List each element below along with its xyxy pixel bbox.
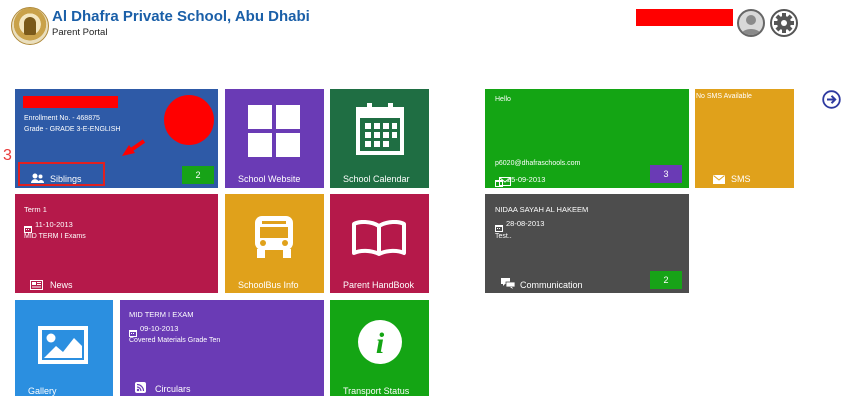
siblings-label[interactable]: Siblings: [50, 174, 82, 184]
news-tile[interactable]: Term 1 11-10-2013 MID TERM I Exams News: [15, 194, 218, 293]
communication-sender: NIDAA SAYAH AL HAKEEM: [495, 205, 589, 214]
communication-count-badge: 2: [650, 271, 682, 289]
circular-description: Covered Materials Grade Ten: [129, 337, 221, 344]
svg-text:i: i: [376, 327, 385, 360]
sms-label: SMS: [731, 174, 751, 184]
arrow-right-icon[interactable]: [822, 90, 841, 109]
redacted-user-name: [636, 9, 733, 26]
email-address: p6020@dhafraschools.com: [495, 160, 581, 167]
parent-handbook-label: Parent HandBook: [343, 280, 415, 290]
grade-text: Grade - GRADE 3-E-ENGLISH: [24, 126, 121, 133]
windows-grid-icon: [248, 105, 300, 162]
chat-bubbles-icon: [501, 276, 516, 293]
school-website-tile[interactable]: School Website: [225, 89, 324, 188]
school-name: Al Dhafra Private School, Abu Dhabi: [52, 8, 310, 25]
redacted-student-name: [23, 96, 118, 108]
news-label: News: [50, 280, 73, 290]
school-logo: [11, 7, 49, 45]
circular-title: MID TERM I EXAM: [129, 310, 194, 319]
redacted-student-photo: [164, 95, 214, 145]
gallery-tile[interactable]: Gallery: [15, 300, 113, 396]
school-calendar-label: School Calendar: [343, 174, 410, 184]
circulars-tile[interactable]: MID TERM I EXAM 09-10-2013 Covered Mater…: [120, 300, 324, 396]
rss-icon: [135, 380, 146, 396]
news-date: 11-10-2013: [35, 220, 73, 229]
user-icon[interactable]: [737, 9, 765, 37]
schoolbus-label: SchoolBus Info: [238, 280, 299, 290]
communication-label: Communication: [520, 280, 583, 290]
communication-tile[interactable]: NIDAA SAYAH AL HAKEEM 28-08-2013 Test.. …: [485, 194, 689, 293]
communication-date: 28-08-2013: [506, 219, 545, 228]
news-title: Term 1: [24, 205, 47, 214]
gallery-label: Gallery: [28, 386, 57, 396]
parent-handbook-tile[interactable]: Parent HandBook: [330, 194, 429, 293]
open-book-icon: [351, 219, 407, 261]
news-description: MID TERM I Exams: [24, 233, 86, 240]
siblings-count-badge: 2: [182, 166, 214, 184]
email-date: 25-09-2013: [507, 175, 546, 184]
newspaper-icon: [30, 277, 43, 293]
sms-tile[interactable]: No SMS Available SMS: [695, 89, 794, 188]
enrollment-number: Enrollment No. - 468875: [24, 115, 100, 122]
portal-subtitle: Parent Portal: [52, 27, 108, 38]
transport-status-label: Transport Status: [343, 386, 410, 396]
sms-status: No SMS Available: [696, 93, 752, 100]
schoolbus-tile[interactable]: SchoolBus Info: [225, 194, 324, 293]
transport-status-tile[interactable]: i Transport Status: [330, 300, 429, 396]
annotation-arrow-icon: [120, 139, 146, 164]
communication-text: Test..: [495, 233, 512, 240]
circular-date: 09-10-2013: [140, 324, 179, 333]
student-tile[interactable]: Enrollment No. - 468875 Grade - GRADE 3-…: [15, 89, 218, 188]
school-website-label: School Website: [238, 174, 301, 184]
email-count-badge: 3: [650, 165, 682, 183]
info-icon: i: [357, 319, 403, 370]
email-greeting: Hello: [495, 96, 511, 103]
envelope-icon: [713, 171, 725, 188]
circulars-label: Circulars: [155, 384, 191, 394]
picture-icon: [38, 326, 88, 369]
step-number: 3: [3, 147, 12, 164]
calendar-icon: [356, 103, 404, 160]
school-calendar-tile[interactable]: School Calendar: [330, 89, 429, 188]
gear-icon[interactable]: [770, 9, 798, 37]
bus-icon: [253, 214, 295, 265]
email-tile[interactable]: Hello p6020@dhafraschools.com 25-09-2013…: [485, 89, 689, 188]
siblings-icon: [31, 170, 44, 188]
